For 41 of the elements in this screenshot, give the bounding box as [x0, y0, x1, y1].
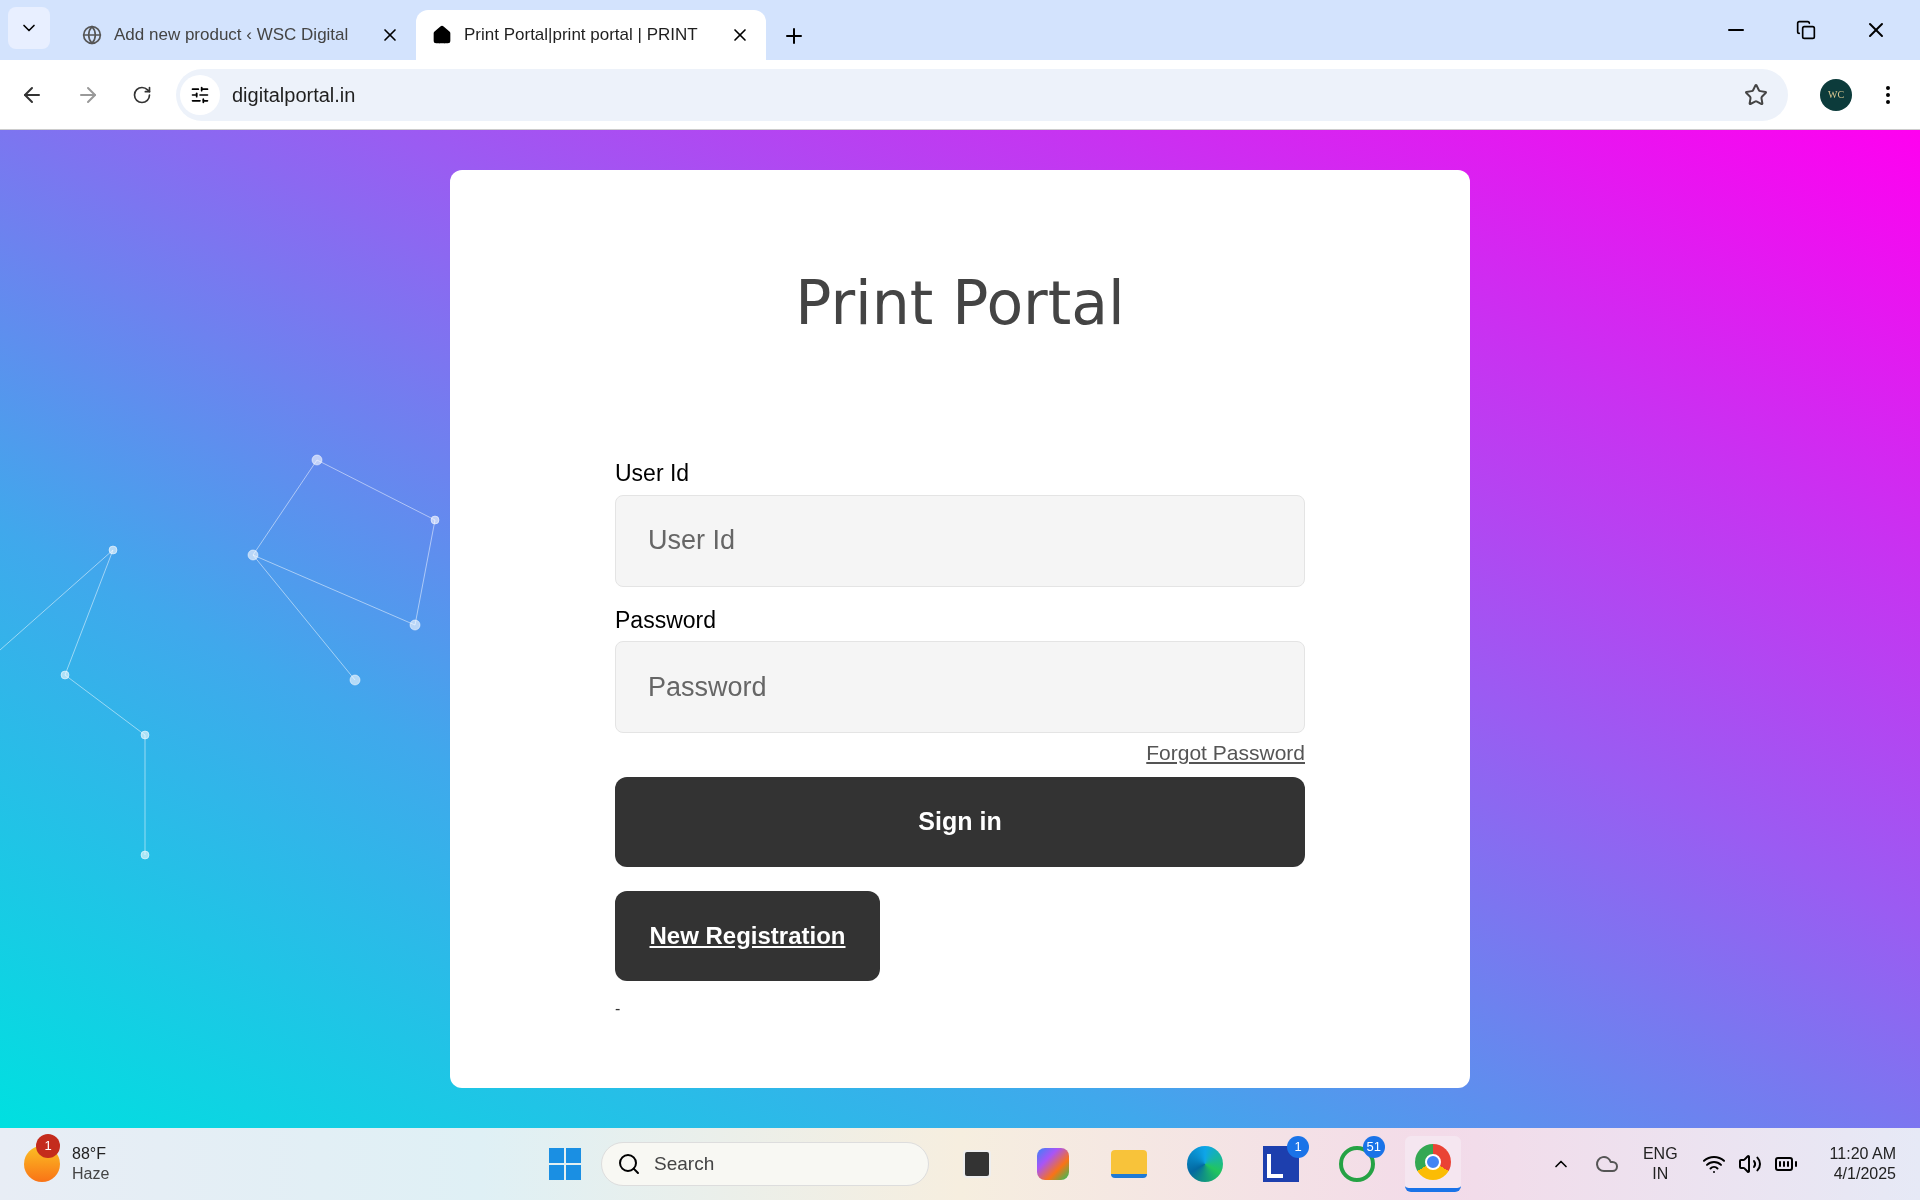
- globe-icon: [82, 25, 102, 45]
- profile-avatar[interactable]: WC: [1820, 78, 1852, 111]
- sign-in-button[interactable]: Sign in: [615, 776, 1305, 867]
- bookmark-star-icon[interactable]: [1744, 82, 1768, 107]
- field-label: User Id: [615, 459, 691, 488]
- notification-badge: 1: [36, 1134, 60, 1158]
- language-text[interactable]: ENG: [1642, 1144, 1678, 1164]
- address-bar[interactable]: digitalportal.in: [176, 68, 1788, 121]
- search-icon: [617, 1152, 641, 1176]
- new-registration-button[interactable]: New Registration: [615, 890, 880, 981]
- temperature-text: 88°F: [72, 1144, 107, 1164]
- window-icon: [963, 1150, 991, 1178]
- taskbar-app[interactable]: 1: [1253, 1136, 1309, 1192]
- start-icon[interactable]: [549, 1148, 581, 1180]
- count-badge: 1: [1287, 1136, 1309, 1158]
- search-field[interactable]: Search: [601, 1142, 929, 1186]
- speaker-icon[interactable]: [1737, 1152, 1762, 1176]
- swirl-icon: [1037, 1148, 1069, 1180]
- weather-condition-text: Haze: [72, 1164, 110, 1184]
- folder-icon: [1111, 1150, 1147, 1178]
- taskbar-app[interactable]: 51: [1329, 1136, 1385, 1192]
- browser-tab[interactable]: Add new product ‹ WSC Digital: [66, 10, 416, 60]
- reload-icon[interactable]: [132, 84, 152, 105]
- restore-icon[interactable]: [1796, 20, 1816, 40]
- input-field[interactable]: User Id: [615, 494, 1305, 587]
- browser-tab[interactable]: Print Portal|print portal | PRINT: [416, 10, 766, 60]
- input-field[interactable]: Password: [615, 641, 1305, 733]
- forgot-password-link[interactable]: Forgot Password: [1146, 737, 1305, 769]
- footer-text: -: [615, 998, 621, 1019]
- clock-time[interactable]: 11:20 AM: [1829, 1144, 1896, 1164]
- site-settings-icon[interactable]: [190, 84, 210, 105]
- tab-title: Print Portal|print portal | PRINT: [464, 24, 699, 47]
- language-text[interactable]: IN: [1652, 1164, 1669, 1184]
- tab-title: Add new product ‹ WSC Digital: [114, 24, 350, 47]
- browser-logo-icon: [1415, 1144, 1451, 1180]
- count-badge: 51: [1362, 1136, 1385, 1158]
- clock-date[interactable]: 4/1/2025: [1833, 1164, 1896, 1184]
- field-label: Password: [615, 605, 717, 635]
- url-text: digitalportal.in: [232, 82, 356, 108]
- page-title: Print Portal: [795, 267, 1125, 340]
- home-icon: [432, 25, 452, 45]
